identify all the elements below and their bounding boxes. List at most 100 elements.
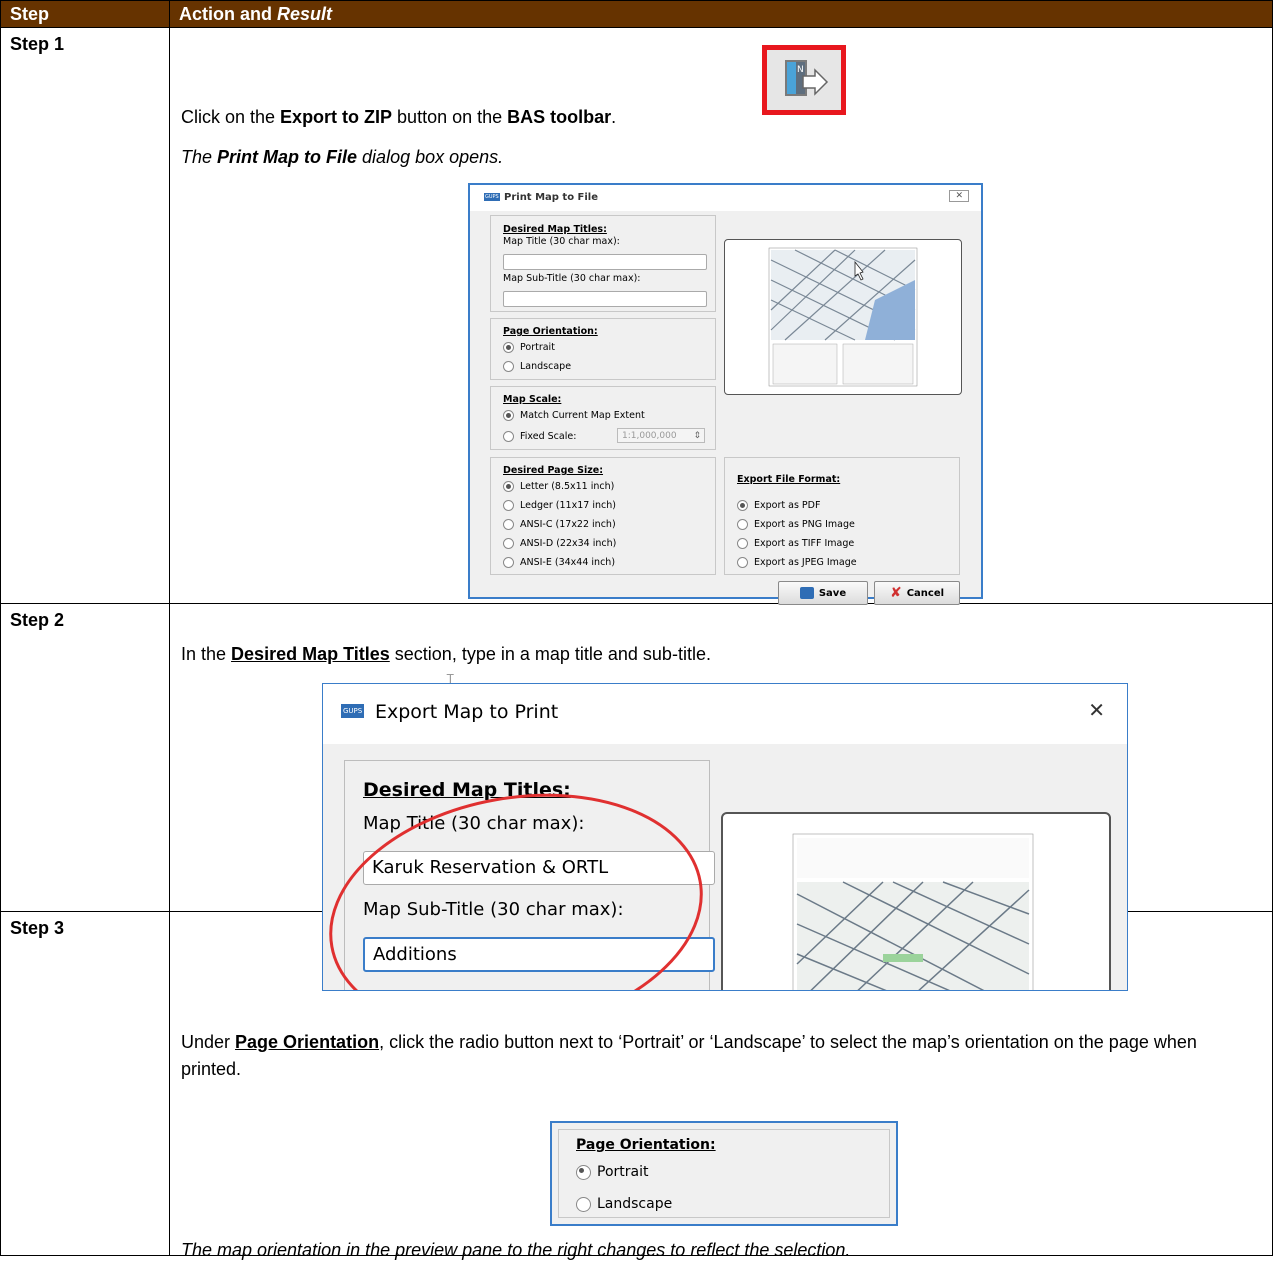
map-preview-image — [768, 247, 918, 387]
map-title-input[interactable] — [503, 254, 707, 270]
landscape-label: Landscape — [520, 361, 572, 372]
page-size-heading: Desired Page Size: — [503, 465, 604, 476]
export-map-title: Export Map to Print — [375, 701, 559, 723]
step2-section-name: Desired Map Titles — [231, 644, 390, 664]
map-title-value: Karuk Reservation & ORTL — [372, 857, 609, 878]
map-scale-heading: Map Scale: — [503, 394, 562, 405]
cancel-button[interactable]: ✘ Cancel — [874, 581, 960, 605]
format-radio-tiff[interactable]: Export as TIFF Image — [737, 538, 854, 549]
save-label: Save — [818, 587, 847, 599]
size-radio-ledger[interactable]: Ledger (11x17 inch) — [503, 500, 616, 511]
radio-icon — [737, 557, 748, 568]
landscape-radio[interactable]: Landscape — [503, 361, 571, 372]
orientation-group: Page Orientation: Portrait Landscape — [490, 318, 716, 380]
step1-text-end: . — [611, 107, 617, 127]
format-label: Export as JPEG Image — [754, 557, 857, 568]
step1-toolbar-icon-frame: N — [762, 45, 846, 115]
cancel-x-icon: ✘ — [889, 585, 902, 601]
header-action: Action and Result — [169, 0, 1273, 28]
header-result-text: Result — [277, 3, 333, 24]
size-label: Letter (8.5x11 inch) — [520, 481, 615, 492]
map-preview-image — [792, 833, 1034, 990]
close-icon[interactable]: ✕ — [949, 190, 969, 202]
fixed-scale-spinner[interactable]: 1:1,000,000 ⇕ — [617, 428, 705, 443]
fixed-scale-label: Fixed Scale: — [520, 431, 577, 442]
dialog-edge-accent — [1127, 944, 1128, 991]
fixed-scale-radio[interactable]: Fixed Scale: — [503, 431, 576, 442]
match-extent-label: Match Current Map Extent — [520, 410, 645, 421]
match-extent-radio[interactable]: Match Current Map Extent — [503, 410, 645, 421]
map-titles-heading: Desired Map Titles: — [363, 779, 571, 801]
save-button[interactable]: Save — [778, 581, 868, 605]
orientation-heading: Page Orientation: — [503, 326, 598, 337]
radio-icon — [737, 538, 748, 549]
step1-export-zip-term: Export to ZIP — [280, 107, 393, 127]
step2-text-post: section, type in a map title and sub-tit… — [389, 644, 711, 664]
close-icon[interactable]: ✕ — [1088, 698, 1105, 722]
cancel-label: Cancel — [906, 587, 945, 599]
export-format-heading: Export File Format: — [737, 474, 841, 485]
map-title-input[interactable]: Karuk Reservation & ORTL — [363, 851, 715, 885]
map-preview — [724, 239, 962, 395]
format-label: Export as PDF — [754, 500, 821, 511]
size-radio-ansi-d[interactable]: ANSI-D (22x34 inch) — [503, 538, 616, 549]
step1-label: Step 1 — [10, 34, 65, 54]
landscape-radio[interactable]: Landscape — [576, 1196, 672, 1212]
map-scale-group: Map Scale: Match Current Map Extent Fixe… — [490, 386, 716, 450]
radio-icon — [576, 1196, 591, 1212]
step1-text-mid: button on the — [392, 107, 508, 127]
step1-instruction: Click on the Export to ZIP button on the… — [181, 104, 616, 131]
step3-result: The map orientation in the preview pane … — [181, 1240, 851, 1260]
header-action-text: Action and — [179, 3, 277, 24]
radio-selected-icon — [503, 481, 514, 492]
step3-text-pre: Under — [181, 1032, 236, 1052]
table-header-row: Step Action and Result — [0, 0, 1273, 28]
format-radio-png[interactable]: Export as PNG Image — [737, 519, 855, 530]
format-label: Export as PNG Image — [754, 519, 855, 530]
radio-selected-icon — [737, 500, 748, 511]
page-orientation-heading: Page Orientation: — [576, 1137, 716, 1153]
fixed-scale-value: 1:1,000,000 — [622, 431, 677, 441]
page-orientation-crop: Page Orientation: Portrait Landscape — [550, 1121, 898, 1226]
page-size-group: Desired Page Size: Letter (8.5x11 inch) … — [490, 457, 716, 575]
format-radio-jpeg[interactable]: Export as JPEG Image — [737, 557, 857, 568]
print-map-dialog: GUPS Print Map to File ✕ Desired Map Tit… — [468, 183, 983, 605]
step2-label: Step 2 — [10, 610, 65, 630]
step1-result-pre: The — [181, 147, 218, 167]
map-titles-group: Desired Map Titles: Map Title (30 char m… — [344, 760, 715, 990]
map-subtitle-label: Map Sub-Title (30 char max): — [363, 899, 624, 920]
radio-icon — [737, 519, 748, 530]
step1-label-cell: Step 1 — [0, 27, 170, 604]
radio-selected-icon — [503, 410, 514, 421]
radio-icon — [503, 557, 514, 568]
step2-label-cell: Step 2 — [0, 603, 170, 912]
export-to-zip-icon[interactable]: N — [767, 50, 841, 110]
portrait-radio[interactable]: Portrait — [503, 342, 555, 353]
size-label: Ledger (11x17 inch) — [520, 500, 616, 511]
map-subtitle-input[interactable] — [503, 291, 707, 307]
export-format-group: Export File Format: Export as PDF Export… — [724, 457, 960, 575]
size-label: ANSI-E (34x44 inch) — [520, 557, 616, 568]
print-map-title: Print Map to File — [504, 192, 599, 203]
size-label: ANSI-C (17x22 inch) — [520, 519, 616, 530]
map-subtitle-input[interactable]: Additions — [363, 937, 715, 972]
step3-instruction: Under Page Orientation, click the radio … — [181, 1029, 1261, 1083]
step2-text-pre: In the — [181, 644, 232, 664]
floppy-disk-icon — [799, 587, 814, 599]
radio-icon — [503, 361, 514, 372]
map-preview — [721, 812, 1111, 990]
step1-result-post: dialog box opens. — [357, 147, 504, 167]
portrait-radio[interactable]: Portrait — [576, 1164, 648, 1180]
step1-bas-toolbar-term: BAS toolbar — [507, 107, 612, 127]
size-radio-letter[interactable]: Letter (8.5x11 inch) — [503, 481, 614, 492]
page-orientation-group: Page Orientation: Portrait Landscape — [558, 1129, 890, 1218]
format-radio-pdf[interactable]: Export as PDF — [737, 500, 820, 511]
radio-icon — [503, 431, 514, 442]
portrait-label: Portrait — [520, 342, 555, 353]
map-subtitle-label: Map Sub-Title (30 char max): — [503, 273, 641, 284]
size-radio-ansi-c[interactable]: ANSI-C (17x22 inch) — [503, 519, 616, 530]
step1-result-dialog-name: Print Map to File — [217, 147, 358, 167]
landscape-label: Landscape — [597, 1196, 673, 1212]
step1-text-pre: Click on the — [181, 107, 281, 127]
size-radio-ansi-e[interactable]: ANSI-E (34x44 inch) — [503, 557, 615, 568]
